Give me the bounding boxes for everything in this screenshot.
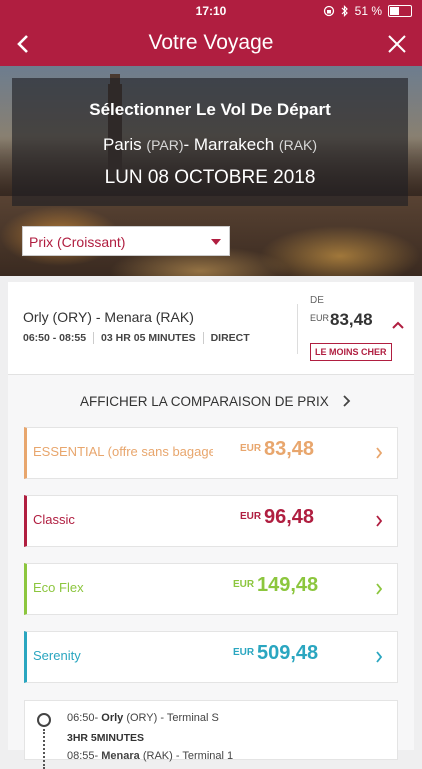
price-comparison-link[interactable]: AFFICHER LA COMPARAISON DE PRIX [8, 390, 414, 414]
trip-date: LUN 08 OCTOBRE 2018 [104, 167, 316, 188]
origin-code: (PAR) [146, 137, 184, 153]
sort-dropdown[interactable]: Prix (Croissant) [22, 226, 230, 256]
flight-duration: 03 HR 05 MINUTES [101, 332, 196, 344]
summary-divider [297, 304, 298, 354]
chevron-right-icon [376, 515, 383, 527]
arrival-terminal: (RAK) - Terminal 1 [139, 750, 234, 762]
fare-name: Eco Flex [33, 580, 84, 595]
fare-name: Classic [33, 512, 75, 527]
destination-city: Marrakech [193, 135, 275, 154]
battery-fill [390, 7, 399, 15]
fare-name: ESSENTIAL (offre sans bagages) [33, 444, 213, 459]
caret-down-icon [211, 239, 221, 245]
select-flight-heading: Sélectionner Le Vol De Départ [89, 100, 331, 119]
close-icon[interactable] [384, 30, 410, 58]
chevron-up-icon[interactable] [391, 320, 405, 330]
fare-amount: 83,48 [264, 438, 315, 460]
lock-rotation-icon [323, 5, 334, 17]
flight-route: Orly (ORY) - Menara (RAK) [23, 309, 194, 325]
departure-info: 06:50- Orly (ORY) - Terminal S [67, 712, 219, 724]
departure-terminal: (ORY) - Terminal S [123, 712, 219, 724]
departure-dot-icon [37, 713, 51, 727]
fare-amount: 96,48 [264, 506, 315, 528]
fare-option-eco-flex[interactable]: Eco Flex EUR 149,48 [24, 563, 398, 615]
chevron-right-icon [343, 395, 351, 407]
flight-price-currency: EUR [310, 313, 330, 323]
meta-divider [202, 332, 204, 344]
cheapest-badge: LE MOINS CHER [310, 343, 392, 361]
fare-currency: EUR [233, 579, 255, 590]
battery-percent: 51 % [354, 4, 382, 18]
segment-duration: 3HR 5MINUTES [67, 732, 145, 744]
from-label: DE [310, 295, 324, 306]
fare-option-classic[interactable]: Classic EUR 96,48 [24, 495, 398, 547]
fare-option-serenity[interactable]: Serenity EUR 509,48 [24, 631, 398, 683]
sort-selected-label: Prix (Croissant) [29, 234, 126, 250]
fare-amount: 509,48 [257, 642, 319, 664]
status-right: 51 % [323, 4, 412, 18]
flight-price: 83,48 [330, 310, 373, 329]
fare-currency: EUR [240, 511, 262, 522]
route-separator: - [183, 135, 194, 154]
arrival-airport: Menara [101, 750, 140, 762]
fare-name: Serenity [33, 648, 81, 663]
timeline-line [43, 729, 45, 769]
flight-card: Orly (ORY) - Menara (RAK) 06:50 - 08:55 … [8, 282, 414, 769]
chevron-right-icon [376, 583, 383, 595]
chevron-right-icon [376, 651, 383, 663]
chevron-right-icon [376, 447, 383, 459]
trip-info-box: Sélectionner Le Vol De Départ Paris (PAR… [12, 78, 408, 206]
status-bar: 17:10 51 % [0, 0, 422, 22]
destination-code: (RAK) [278, 137, 318, 153]
fare-currency: EUR [233, 647, 255, 658]
arrival-info: 08:55- Menara (RAK) - Terminal 1 [67, 750, 233, 762]
hero-banner: Sélectionner Le Vol De Départ Paris (PAR… [0, 66, 422, 276]
battery-icon [388, 5, 412, 17]
trip-route: Paris (PAR)- Marrakech (RAK) [12, 135, 408, 155]
flight-segment-details: 06:50- Orly (ORY) - Terminal S 3HR 5MINU… [24, 700, 398, 769]
price-comparison-label: AFFICHER LA COMPARAISON DE PRIX [80, 394, 329, 409]
fare-option-essential[interactable]: ESSENTIAL (offre sans bagages) EUR 83,48 [24, 427, 398, 479]
origin-city: Paris [102, 135, 142, 154]
fare-currency: EUR [240, 443, 262, 454]
flight-type: DIRECT [210, 332, 250, 344]
bluetooth-icon [341, 5, 348, 17]
arrival-time: 08:55- [67, 750, 99, 762]
flight-times: 06:50 - 08:55 [23, 332, 87, 344]
departure-time: 06:50- [67, 712, 99, 724]
flight-summary[interactable]: Orly (ORY) - Menara (RAK) 06:50 - 08:55 … [8, 282, 414, 375]
navigation-bar: Votre Voyage [0, 22, 422, 66]
fare-amount: 149,48 [257, 574, 319, 596]
page-title: Votre Voyage [148, 31, 274, 54]
flight-meta: 06:50 - 08:55 03 HR 05 MINUTES DIRECT [23, 332, 250, 344]
departure-airport: Orly [101, 712, 124, 724]
meta-divider [93, 332, 95, 344]
